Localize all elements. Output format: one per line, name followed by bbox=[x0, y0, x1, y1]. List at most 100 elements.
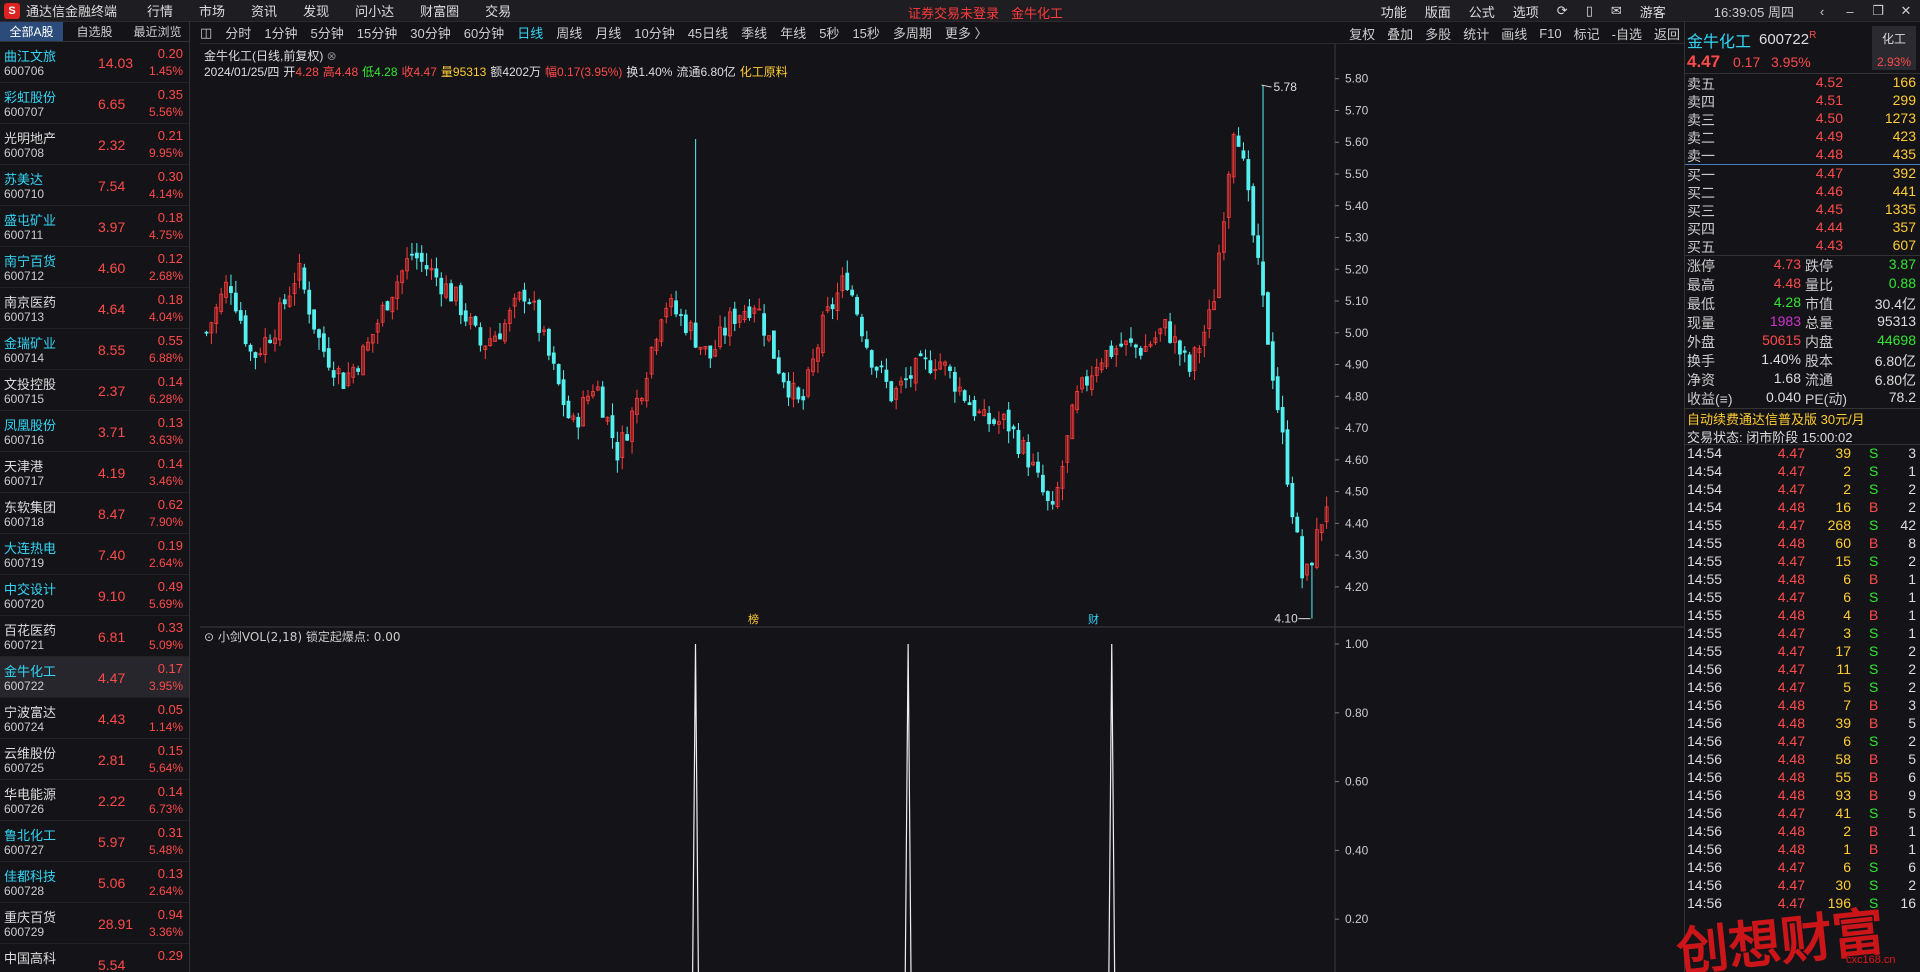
stock-row[interactable]: 凤凰股份 600716 3.71 0.13 3.63% bbox=[0, 411, 189, 452]
tool-1[interactable]: 叠加 bbox=[1387, 24, 1413, 43]
industry-badge[interactable]: 化工 2.93% bbox=[1872, 26, 1916, 70]
kline-chart-area[interactable]: 5.80 5.70 5.60 5.50 5.40 5.30 5.20 5.10 5.00 4.90… bbox=[200, 44, 1684, 972]
period-9[interactable]: 10分钟 bbox=[634, 23, 674, 42]
stock-row[interactable]: 光明地产 600708 2.32 0.21 9.95% bbox=[0, 124, 189, 165]
user-label[interactable]: 游客 bbox=[1640, 2, 1666, 21]
tool-8[interactable]: 返回 bbox=[1654, 24, 1680, 43]
menu-item-0[interactable]: 行情 bbox=[147, 1, 173, 20]
minimize-icon[interactable]: – bbox=[1836, 4, 1864, 19]
stock-row[interactable]: 彩虹股份 600707 6.65 0.35 5.56% bbox=[0, 83, 189, 124]
tool-0[interactable]: 复权 bbox=[1349, 24, 1375, 43]
tick-side: B bbox=[1869, 751, 1879, 767]
tool-4[interactable]: 画线 bbox=[1501, 24, 1527, 43]
stock-row[interactable]: 东软集团 600718 8.47 0.62 7.90% bbox=[0, 493, 189, 534]
right-menu-item-0[interactable]: 功能 bbox=[1381, 2, 1407, 21]
close-icon[interactable]: ✕ bbox=[1892, 3, 1920, 19]
right-menu-item-2[interactable]: 公式 bbox=[1469, 2, 1495, 21]
list-tab-1[interactable]: 自选股 bbox=[63, 22, 126, 41]
period-11[interactable]: 季线 bbox=[741, 23, 767, 42]
stock-row[interactable]: 曲江文旅 600706 14.03 0.20 1.45% bbox=[0, 42, 189, 83]
stock-row[interactable]: 文投控股 600715 2.37 0.14 6.28% bbox=[0, 370, 189, 411]
quote-stats: 涨停 4.73 跌停 3.87 最高 4.48 量比 0.88 最低 4.28 市值 30.4亿 现量 1… bbox=[1685, 256, 1920, 409]
stat-row: 现量 1983 总量 95313 bbox=[1685, 313, 1920, 332]
period-7[interactable]: 周线 bbox=[556, 23, 582, 42]
candle-body bbox=[1275, 376, 1280, 411]
stock-row[interactable]: 大连热电 600719 7.40 0.19 2.64% bbox=[0, 534, 189, 575]
candle-body bbox=[889, 381, 894, 402]
right-menu-item-1[interactable]: 版面 bbox=[1425, 2, 1451, 21]
back-icon[interactable]: ‹ bbox=[1808, 4, 1836, 19]
stock-name: 鲁北化工 bbox=[4, 828, 57, 843]
menu-item-3[interactable]: 发现 bbox=[303, 1, 329, 20]
stock-price: 28.91 bbox=[98, 916, 134, 932]
period-4[interactable]: 30分钟 bbox=[410, 23, 450, 42]
tick-count: 6 bbox=[1908, 859, 1916, 875]
period-6[interactable]: 日线 bbox=[517, 23, 543, 42]
stock-row[interactable]: 百花医药 600721 6.81 0.33 5.09% bbox=[0, 616, 189, 657]
menu-item-4[interactable]: 问小达 bbox=[355, 1, 394, 20]
stock-row[interactable]: 佳都科技 600728 5.06 0.13 2.64% bbox=[0, 862, 189, 903]
chart-close-icon[interactable]: ⊗ bbox=[327, 49, 337, 63]
period-5[interactable]: 60分钟 bbox=[464, 23, 504, 42]
period-8[interactable]: 月线 bbox=[595, 23, 621, 42]
menu-item-6[interactable]: 交易 bbox=[485, 1, 511, 20]
period-15[interactable]: 多周期 bbox=[893, 23, 932, 42]
mail-icon[interactable]: ✉ bbox=[1611, 3, 1622, 19]
tool-3[interactable]: 统计 bbox=[1463, 24, 1489, 43]
tick-row: 14:55 4.47 3 S 1 bbox=[1685, 625, 1920, 643]
maximize-icon[interactable]: ❐ bbox=[1864, 3, 1892, 19]
tool-2[interactable]: 多股 bbox=[1425, 24, 1451, 43]
price-tick-label: 4.30 bbox=[1345, 548, 1369, 562]
kline-chart-svg[interactable]: 5.80 5.70 5.60 5.50 5.40 5.30 5.20 5.10 5.00 4.90… bbox=[200, 44, 1684, 972]
period-2[interactable]: 5分钟 bbox=[311, 23, 344, 42]
ad-banner[interactable]: 自动续费通达信普及版 30元/月 bbox=[1685, 409, 1920, 427]
stock-row[interactable]: 重庆百货 600729 28.91 0.94 3.36% bbox=[0, 903, 189, 944]
stock-row[interactable]: 盛屯矿业 600711 3.97 0.18 4.75% bbox=[0, 206, 189, 247]
period-16[interactable]: 更多 〉 bbox=[945, 23, 988, 42]
candle-body bbox=[967, 402, 972, 406]
stock-row[interactable]: 中国高科 5.54 0.29 bbox=[0, 944, 189, 972]
stock-row[interactable]: 金瑞矿业 600714 8.55 0.55 6.88% bbox=[0, 329, 189, 370]
list-tab-0[interactable]: 全部A股 bbox=[0, 22, 63, 41]
period-14[interactable]: 15秒 bbox=[852, 23, 879, 42]
stock-row[interactable]: 南宁百货 600712 4.60 0.12 2.68% bbox=[0, 247, 189, 288]
login-warning[interactable]: 证券交易未登录 金牛化工 bbox=[908, 3, 1063, 22]
period-1[interactable]: 1分钟 bbox=[264, 23, 297, 42]
stock-row[interactable]: 云维股份 600725 2.81 0.15 5.64% bbox=[0, 739, 189, 780]
tick-count: 1 bbox=[1908, 571, 1916, 587]
stock-row[interactable]: 天津港 600717 4.19 0.14 3.46% bbox=[0, 452, 189, 493]
sidebar-toggle-icon[interactable]: ◫ bbox=[200, 25, 212, 41]
tool-7[interactable]: -自选 bbox=[1612, 24, 1642, 43]
tick-count: 1 bbox=[1908, 625, 1916, 641]
stock-row[interactable]: 中交设计 600720 9.10 0.49 5.69% bbox=[0, 575, 189, 616]
refresh-icon[interactable]: ⟳ bbox=[1557, 3, 1568, 19]
period-3[interactable]: 15分钟 bbox=[357, 23, 397, 42]
candle-body bbox=[1256, 235, 1261, 258]
stock-row[interactable]: 苏美达 600710 7.54 0.30 4.14% bbox=[0, 165, 189, 206]
menu-item-1[interactable]: 市场 bbox=[199, 1, 225, 20]
right-menu-item-3[interactable]: 选项 bbox=[1513, 2, 1539, 21]
quote-stock-name: 金牛化工 bbox=[1687, 34, 1752, 51]
tick-time: 14:56 bbox=[1687, 769, 1723, 785]
vol-spike bbox=[1108, 643, 1116, 972]
period-10[interactable]: 45日线 bbox=[688, 23, 728, 42]
tick-price: 4.47 bbox=[1777, 877, 1805, 893]
tick-row: 14:56 4.47 6 S 2 bbox=[1685, 733, 1920, 751]
stat-label: 最低 bbox=[1687, 296, 1715, 312]
stock-row[interactable]: 华电能源 600726 2.22 0.14 6.73% bbox=[0, 780, 189, 821]
list-tab-2[interactable]: 最近浏览 bbox=[126, 22, 189, 41]
period-12[interactable]: 年线 bbox=[780, 23, 806, 42]
tick-price: 4.47 bbox=[1777, 553, 1805, 569]
stock-row[interactable]: 南京医药 600713 4.64 0.18 4.04% bbox=[0, 288, 189, 329]
phone-icon[interactable]: ▯ bbox=[1586, 3, 1593, 19]
stock-row[interactable]: 鲁北化工 600727 5.97 0.31 5.48% bbox=[0, 821, 189, 862]
tool-6[interactable]: 标记 bbox=[1574, 24, 1600, 43]
stock-row[interactable]: 金牛化工 600722 4.47 0.17 3.95% bbox=[0, 657, 189, 698]
period-0[interactable]: 分时 bbox=[225, 23, 251, 42]
period-13[interactable]: 5秒 bbox=[819, 23, 839, 42]
tool-5[interactable]: F10 bbox=[1539, 26, 1561, 41]
menu-item-2[interactable]: 资讯 bbox=[251, 1, 277, 20]
stock-row[interactable]: 宁波富达 600724 4.43 0.05 1.14% bbox=[0, 698, 189, 739]
tick-price: 4.47 bbox=[1777, 625, 1805, 641]
menu-item-5[interactable]: 财富圈 bbox=[420, 1, 459, 20]
